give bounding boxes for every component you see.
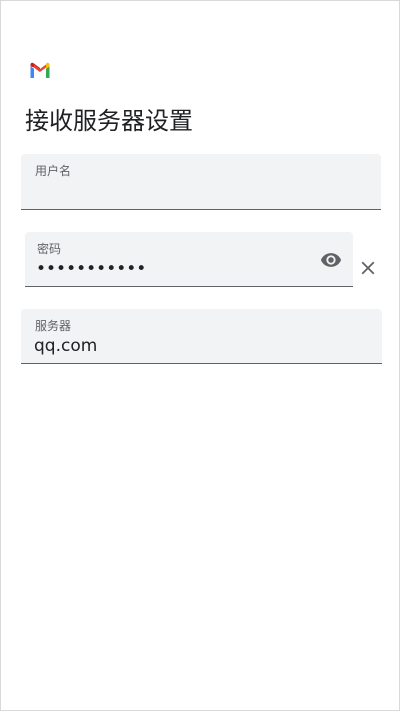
gmail-logo-icon	[30, 62, 50, 78]
close-icon[interactable]	[357, 257, 379, 279]
username-input[interactable]	[34, 179, 314, 203]
screen-frame: 接收服务器设置 用户名 密码 服务器	[0, 0, 400, 711]
server-field[interactable]: 服务器	[21, 309, 382, 364]
password-label: 密码	[37, 242, 62, 256]
server-label: 服务器	[35, 319, 72, 333]
username-label: 用户名	[35, 164, 72, 178]
password-field[interactable]: 密码	[25, 232, 353, 287]
eye-icon[interactable]	[319, 249, 343, 271]
server-input[interactable]	[34, 334, 314, 358]
username-field[interactable]: 用户名	[21, 154, 381, 210]
password-input[interactable]	[36, 257, 316, 281]
page-title: 接收服务器设置	[25, 107, 193, 135]
